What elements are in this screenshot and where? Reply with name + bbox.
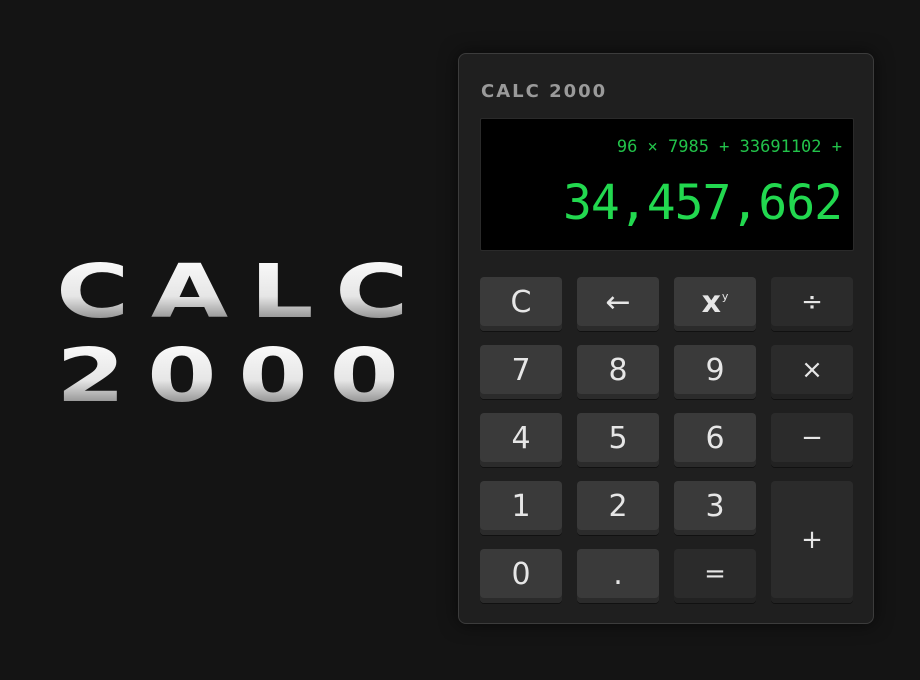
backspace-button[interactable]: ← xyxy=(577,277,659,331)
decimal-button[interactable]: . xyxy=(577,549,659,603)
digit-7-button[interactable]: 7 xyxy=(480,345,562,399)
digit-9-button[interactable]: 9 xyxy=(674,345,756,399)
digit-6-button[interactable]: 6 xyxy=(674,413,756,467)
clear-button[interactable]: C xyxy=(480,277,562,331)
power-base-label: x xyxy=(701,284,721,320)
calculator-title: CALC 2000 xyxy=(481,81,608,102)
result-text: 34,457,662 xyxy=(563,175,843,231)
arrow-left-icon: ← xyxy=(605,284,631,320)
expression-text: 96 × 7985 + 33691102 + xyxy=(616,137,842,157)
calculator-panel: CALC 2000 96 × 7985 + 33691102 + 34,457,… xyxy=(458,53,874,624)
calculator-display: 96 × 7985 + 33691102 + 34,457,662 xyxy=(480,118,854,251)
digit-1-button[interactable]: 1 xyxy=(480,481,562,535)
digit-2-button[interactable]: 2 xyxy=(577,481,659,535)
power-exponent-label: y xyxy=(721,289,729,303)
digit-3-button[interactable]: 3 xyxy=(674,481,756,535)
equals-button[interactable]: = xyxy=(674,549,756,603)
digit-0-button[interactable]: 0 xyxy=(480,549,562,603)
multiply-button[interactable]: × xyxy=(771,345,853,399)
plus-button[interactable]: + xyxy=(771,481,853,603)
digit-5-button[interactable]: 5 xyxy=(577,413,659,467)
brand-logo: CALC 2000 xyxy=(56,250,416,418)
divide-button[interactable]: ÷ xyxy=(771,277,853,331)
digit-4-button[interactable]: 4 xyxy=(480,413,562,467)
power-button[interactable]: xy xyxy=(674,277,756,331)
digit-8-button[interactable]: 8 xyxy=(577,345,659,399)
minus-button[interactable]: − xyxy=(771,413,853,467)
